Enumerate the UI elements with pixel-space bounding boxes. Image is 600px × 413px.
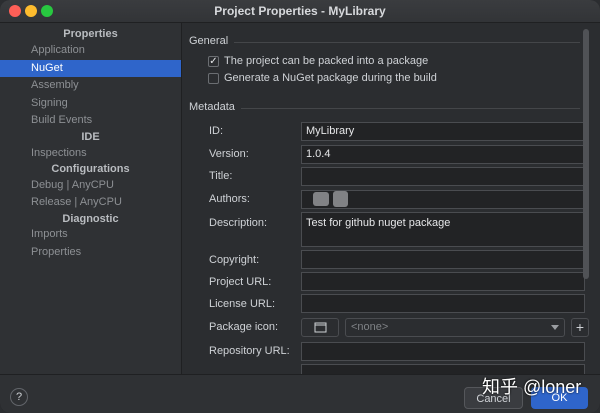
license-url-label: License URL: bbox=[209, 298, 276, 310]
window-title: Project Properties - MyLibrary bbox=[214, 4, 386, 18]
general-section-title: General bbox=[189, 35, 229, 47]
sidebar-item-nuget[interactable]: NuGet bbox=[0, 60, 181, 77]
metadata-section-title: Metadata bbox=[189, 101, 235, 113]
sidebar-item-debug-anycpu[interactable]: Debug | AnyCPU bbox=[0, 177, 181, 194]
sidebar-item-inspections[interactable]: Inspections bbox=[0, 145, 181, 162]
project-url-label: Project URL: bbox=[209, 276, 272, 288]
sidebar-heading-diagnostic: Diagnostic bbox=[62, 213, 119, 225]
sidebar-heading-properties: Properties bbox=[63, 28, 118, 40]
sidebar: Properties Application NuGet Assembly Si… bbox=[0, 23, 182, 374]
sidebar-item-properties[interactable]: Properties bbox=[0, 244, 181, 261]
copyright-field[interactable] bbox=[301, 250, 585, 269]
sidebar-item-imports[interactable]: Imports bbox=[0, 226, 181, 243]
package-icon-label: Package icon: bbox=[209, 321, 279, 333]
id-field[interactable]: MyLibrary bbox=[301, 122, 585, 141]
sidebar-item-application[interactable]: Application bbox=[0, 42, 181, 59]
checkmark-icon: ✓ bbox=[209, 56, 218, 67]
sidebar-heading-configurations: Configurations bbox=[51, 163, 130, 175]
package-icon-select[interactable]: <none> bbox=[345, 318, 565, 337]
version-field[interactable]: 1.0.4 bbox=[301, 145, 585, 164]
pack-checkbox-label: The project can be packed into a package bbox=[224, 55, 429, 67]
watermark-text: 知乎 @loner bbox=[482, 377, 582, 397]
metadata-divider bbox=[241, 108, 580, 109]
package-icon-value: <none> bbox=[351, 321, 389, 333]
general-divider bbox=[234, 42, 580, 43]
folder-icon bbox=[314, 322, 327, 333]
version-label: Version: bbox=[209, 148, 249, 160]
title-label: Title: bbox=[209, 170, 233, 182]
sidebar-item-assembly[interactable]: Assembly bbox=[0, 77, 181, 94]
description-field[interactable]: Test for github nuget package bbox=[301, 212, 585, 247]
sidebar-item-build-events[interactable]: Build Events bbox=[0, 112, 181, 129]
project-properties-window: Project Properties - MyLibrary Propertie… bbox=[0, 0, 600, 413]
build-package-checkbox[interactable] bbox=[208, 73, 219, 84]
chevron-down-icon bbox=[551, 325, 559, 330]
description-label: Description: bbox=[209, 217, 268, 229]
sidebar-heading-ide: IDE bbox=[81, 131, 100, 143]
redacted-author-mark bbox=[313, 192, 329, 206]
project-url-field[interactable] bbox=[301, 272, 585, 291]
license-url-field[interactable] bbox=[301, 294, 585, 313]
title-bar: Project Properties - MyLibrary bbox=[0, 0, 600, 23]
id-label: ID: bbox=[209, 125, 224, 137]
sidebar-item-release-anycpu[interactable]: Release | AnyCPU bbox=[0, 194, 181, 211]
add-icon-button[interactable]: + bbox=[571, 318, 589, 337]
repository-url-field[interactable] bbox=[301, 342, 585, 361]
help-button[interactable]: ? bbox=[10, 388, 28, 406]
repository-url-label: Repository URL: bbox=[209, 345, 290, 357]
sidebar-item-signing[interactable]: Signing bbox=[0, 95, 181, 112]
redacted-author-mark bbox=[333, 191, 348, 207]
plus-icon: + bbox=[575, 319, 585, 335]
authors-label: Authors: bbox=[209, 193, 250, 205]
copyright-label: Copyright: bbox=[209, 254, 260, 266]
pack-checkbox[interactable]: ✓ bbox=[208, 56, 219, 67]
browse-icon-button[interactable] bbox=[301, 318, 339, 337]
scrollbar[interactable] bbox=[583, 29, 589, 279]
title-field[interactable] bbox=[301, 167, 585, 186]
build-package-checkbox-label: Generate a NuGet package during the buil… bbox=[224, 72, 437, 84]
